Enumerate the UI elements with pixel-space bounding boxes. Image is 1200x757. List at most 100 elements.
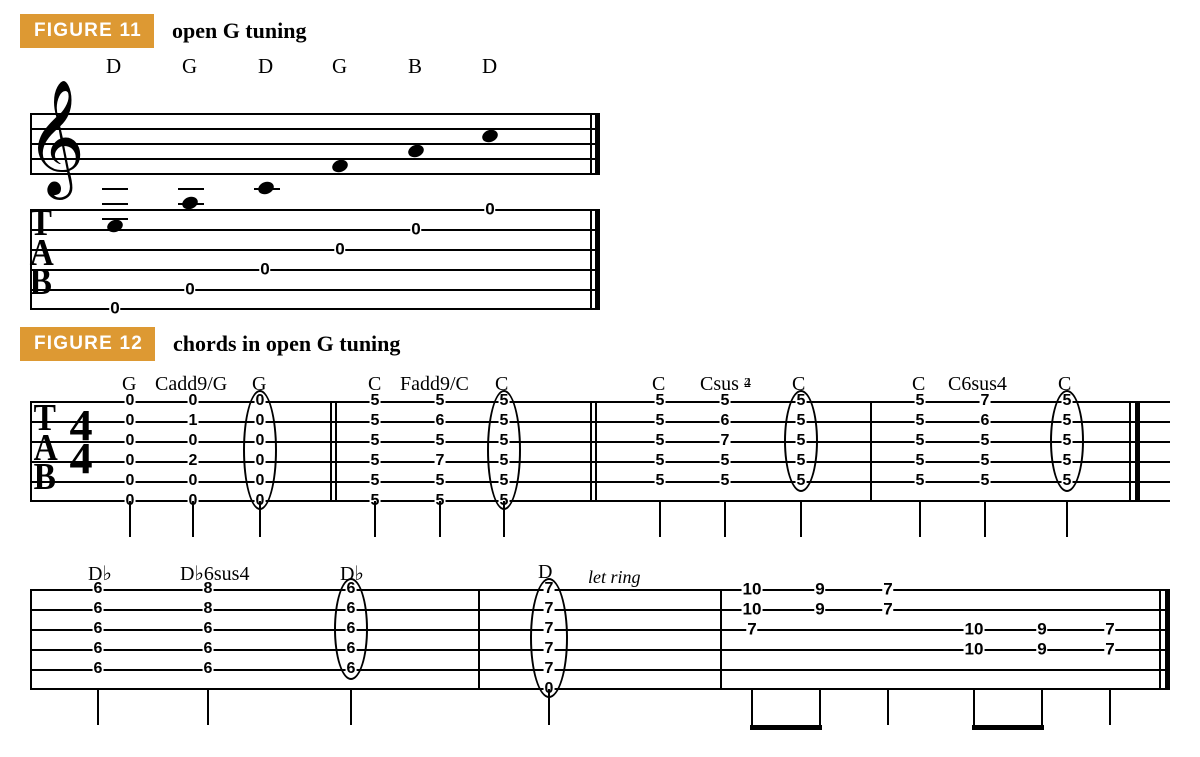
chord-names-row2: D♭ D♭6sus4 D♭ D let ring (30, 555, 1170, 589)
tab-fret: 6 (93, 641, 104, 657)
tab-fret: 9 (1036, 641, 1047, 658)
tab-fret: 5 (1062, 433, 1073, 449)
tab-fret: 7 (544, 581, 555, 597)
note-name: G (182, 54, 197, 79)
tab-fret: 5 (720, 393, 731, 409)
figure-11-header: FIGURE 11 open G tuning (20, 14, 1180, 48)
chord-column: 55555 (647, 401, 673, 501)
tab-fret: 0 (334, 241, 345, 258)
chord-column: 56755 (712, 401, 738, 501)
tab-fret: 5 (655, 393, 666, 409)
tab-fret: 6 (93, 621, 104, 637)
tab-staff-row2: 666668866666666777770 10107997710109977 (30, 589, 1170, 689)
chord-names-row1: G Cadd9/G G C Fadd9/C C C Csus 42 C C C6… (30, 367, 1170, 401)
tab-fret: 5 (499, 433, 510, 449)
tab-fret: 0 (125, 473, 136, 489)
tab-fret: 0 (188, 473, 199, 489)
tab-fret: 0 (188, 433, 199, 449)
tab-fret: 7 (435, 453, 446, 469)
tuning-note-names: D G D G B D (30, 54, 600, 78)
note-name: G (332, 54, 347, 79)
tab-fret: 0 (255, 433, 266, 449)
chord-column: 55555 (788, 401, 814, 501)
tab-fret: 6 (346, 661, 357, 677)
tab-fret: 5 (499, 453, 510, 469)
let-ring-text: let ring (588, 567, 641, 588)
tab-fret: 7 (882, 581, 893, 598)
tab-fret: 6 (93, 661, 104, 677)
figure-11: D G D G B D 𝄞 (30, 54, 600, 309)
fig12-row1: G Cadd9/G G C Fadd9/C C C Csus 42 C C C6… (30, 367, 1170, 541)
tab-fret: 5 (915, 393, 926, 409)
tab-fret: 5 (796, 473, 807, 489)
tab-fret: 5 (1062, 473, 1073, 489)
tab-fret: 10 (964, 641, 985, 658)
tab-fret: 0 (188, 393, 199, 409)
tab-fret: 5 (980, 433, 991, 449)
tab-fret: 6 (203, 641, 214, 657)
tab-fret: 7 (544, 621, 555, 637)
tab-fret: 6 (720, 413, 731, 429)
tab-fret: 0 (259, 261, 270, 278)
tab-fret: 6 (980, 413, 991, 429)
tab-fret: 0 (184, 281, 195, 298)
tab-fret: 0 (109, 300, 120, 317)
chord-column: 555555 (362, 401, 388, 501)
note-name: D (258, 54, 273, 79)
tab-fret: 5 (720, 473, 731, 489)
tab-fret: 5 (370, 413, 381, 429)
tab-fret: 5 (655, 433, 666, 449)
tab-fret: 7 (746, 621, 757, 638)
tab-fret: 5 (915, 473, 926, 489)
tab-fret: 5 (370, 393, 381, 409)
chord-column: 000000 (117, 401, 143, 501)
tab-fret: 5 (980, 473, 991, 489)
chord-name: C6sus4 (948, 373, 1007, 396)
tab-fret: 7 (882, 601, 893, 618)
chord-column: 66666 (338, 589, 364, 689)
notation-staff: 𝄞 (30, 78, 600, 213)
tab-fret: 10 (742, 601, 763, 618)
tab-fret: 6 (93, 581, 104, 597)
tab-fret: 0 (125, 453, 136, 469)
figure-11-title: open G tuning (172, 18, 307, 44)
tab-fret: 9 (1036, 621, 1047, 638)
figure-12: FIGURE 12 chords in open G tuning G Cadd… (20, 327, 1180, 734)
tab-staff-row1: TAB 4 4 00000001020000000055555556575555… (30, 401, 1170, 501)
chord-column: 88666 (195, 589, 221, 689)
figure-12-title: chords in open G tuning (173, 331, 400, 357)
tab-fret: 5 (435, 393, 446, 409)
tab-fret: 5 (370, 433, 381, 449)
tab-fret: 1 (188, 413, 199, 429)
tab-fret: 7 (1104, 621, 1115, 638)
tab-fret: 5 (655, 453, 666, 469)
tab-fret: 5 (1062, 413, 1073, 429)
tab-fret: 0 (125, 413, 136, 429)
chord-column: 000000 (247, 401, 273, 501)
tab-fret: 10 (742, 581, 763, 598)
tab-fret: 5 (499, 393, 510, 409)
chord-column: 66666 (85, 589, 111, 689)
tab-fret: 0 (484, 201, 495, 218)
tab-fret: 6 (346, 581, 357, 597)
tab-fret: 5 (370, 453, 381, 469)
tab-fret: 5 (435, 473, 446, 489)
tab-fret: 9 (814, 601, 825, 618)
tab-fret: 5 (720, 453, 731, 469)
chord-column: 777770 (536, 589, 562, 689)
tab-fret: 8 (203, 601, 214, 617)
tab-fret: 2 (188, 453, 199, 469)
tab-fret: 5 (499, 473, 510, 489)
chord-column: 76555 (972, 401, 998, 501)
tab-fret: 7 (544, 601, 555, 617)
tab-staff-fig11: TAB 0 0 0 0 0 0 (30, 209, 600, 309)
chord-column: 55555 (907, 401, 933, 501)
tab-fret: 6 (346, 641, 357, 657)
tab-fret: 0 (255, 453, 266, 469)
tab-fret: 5 (796, 413, 807, 429)
tab-fret: 6 (203, 621, 214, 637)
note-name: B (408, 54, 422, 79)
tab-fret: 7 (980, 393, 991, 409)
tab-fret: 5 (370, 473, 381, 489)
tab-fret: 7 (544, 661, 555, 677)
